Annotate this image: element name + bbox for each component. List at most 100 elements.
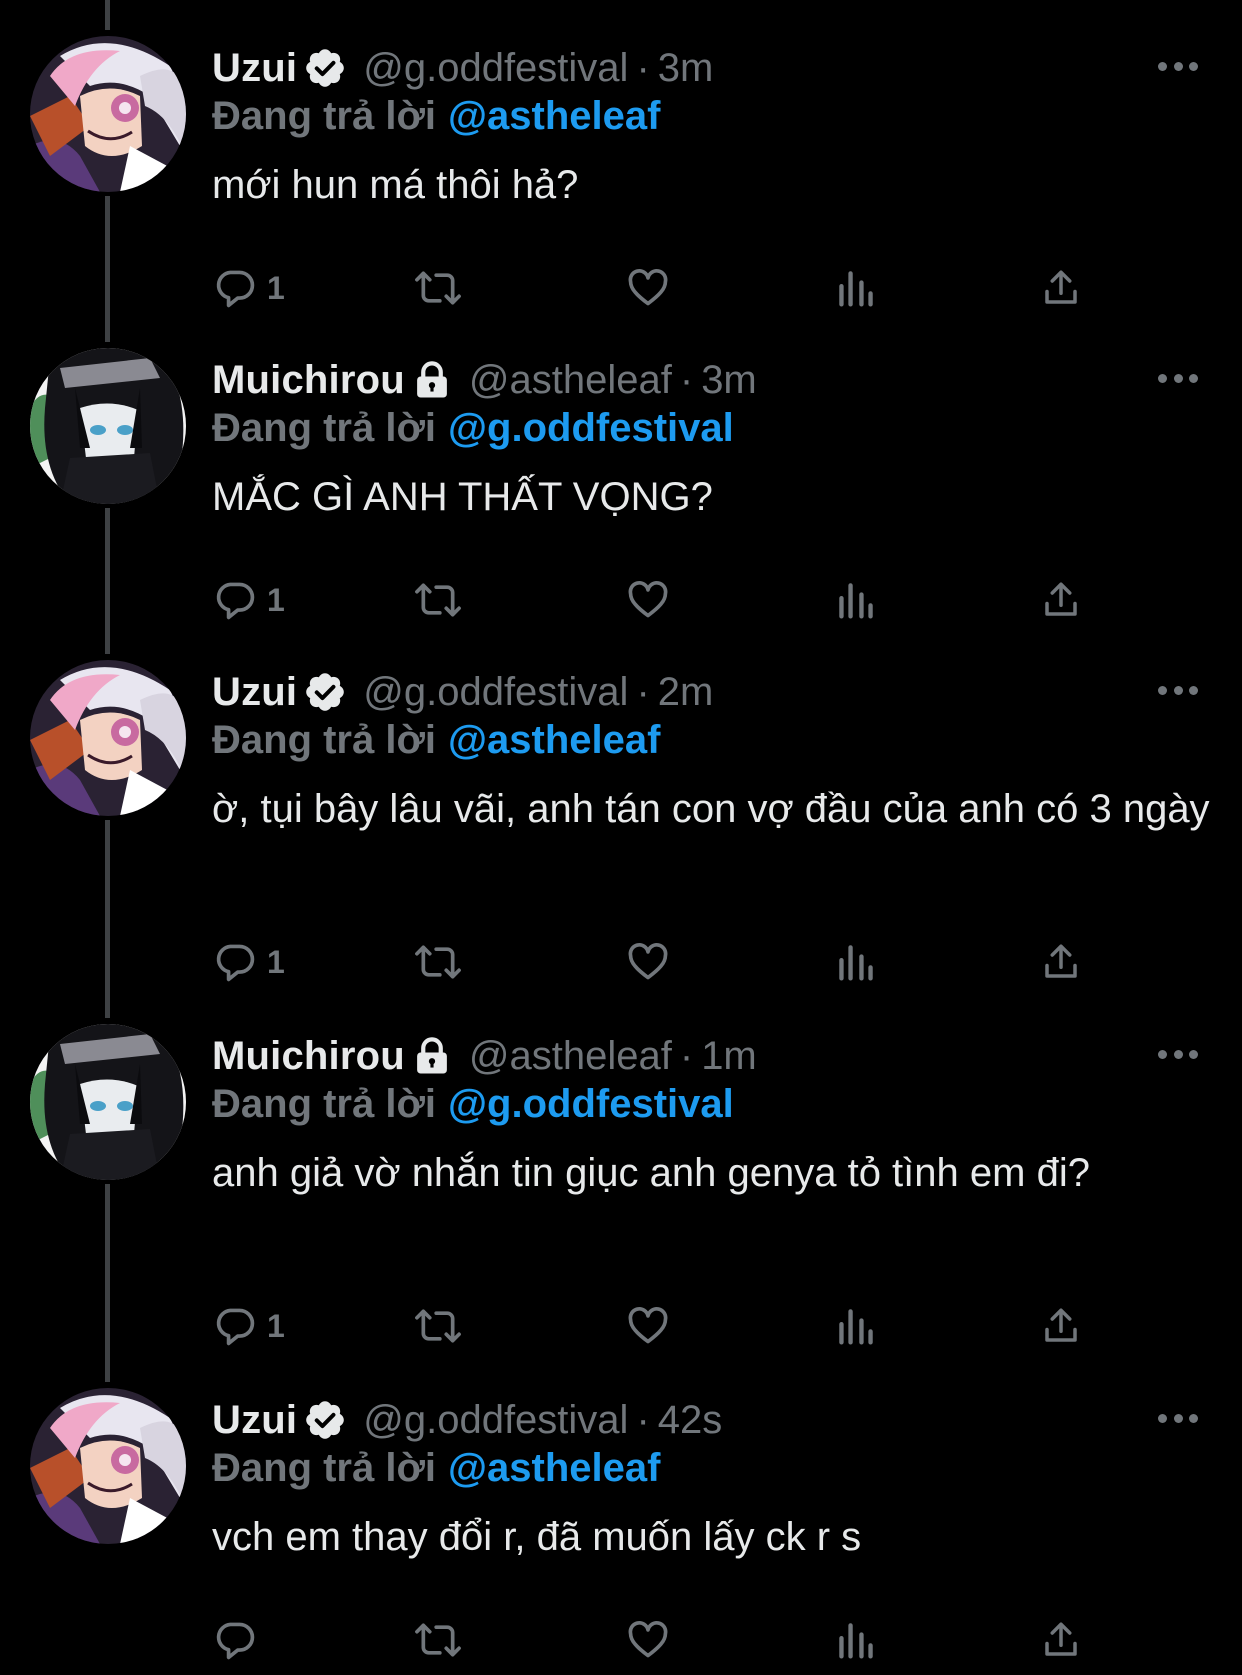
avatar[interactable] — [30, 1024, 186, 1180]
reply-button[interactable]: 1 — [213, 934, 285, 990]
reply-count: 1 — [267, 1307, 285, 1344]
replying-to: Đang trả lời @g.oddfestival — [212, 1080, 734, 1128]
views-button[interactable] — [836, 1298, 876, 1354]
tweet[interactable]: Uzui @g.oddfestival · 3m Đang trả lời @asthe… — [0, 0, 1242, 342]
user-handle[interactable]: @astheleaf — [469, 356, 672, 404]
timestamp[interactable]: 1m — [701, 1032, 757, 1080]
share-button[interactable] — [1040, 572, 1082, 628]
views-button[interactable] — [836, 934, 876, 990]
views-button[interactable] — [836, 572, 876, 628]
heart-icon — [625, 1304, 671, 1348]
share-button[interactable] — [1040, 1612, 1082, 1668]
separator-dot: · — [636, 46, 650, 90]
like-button[interactable] — [625, 260, 671, 316]
display-name[interactable]: Muichirou — [212, 356, 405, 404]
reply-icon — [213, 940, 257, 984]
more-options-icon[interactable] — [1158, 59, 1198, 73]
reply-to-handle[interactable]: @astheleaf — [448, 1446, 660, 1490]
more-options-icon[interactable] — [1158, 683, 1198, 697]
heart-icon — [625, 266, 671, 310]
like-button[interactable] — [625, 1298, 671, 1354]
share-button[interactable] — [1040, 260, 1082, 316]
replying-to-label: Đang trả lời — [212, 94, 437, 138]
reply-icon — [213, 1304, 257, 1348]
thread-feed: Uzui @g.oddfestival · 3m Đang trả lời @asthe… — [0, 0, 1242, 1675]
reply-count: 1 — [267, 943, 285, 980]
like-button[interactable] — [625, 1612, 671, 1668]
reply-to-handle[interactable]: @astheleaf — [448, 94, 660, 138]
share-icon — [1040, 1304, 1082, 1348]
retweet-button[interactable] — [413, 1612, 463, 1668]
avatar[interactable] — [30, 1388, 186, 1544]
user-handle[interactable]: @g.oddfestival — [363, 44, 628, 92]
thread-line — [105, 0, 110, 30]
verified-icon — [303, 46, 347, 90]
user-handle[interactable]: @g.oddfestival — [363, 668, 628, 716]
tweet-text: vch em thay đổi r, đã muốn lấy ck r s — [212, 1515, 862, 1559]
tweet[interactable]: Uzui @g.oddfestival · 2m Đang trả lời @asthe… — [0, 624, 1242, 1018]
replying-to-label: Đang trả lời — [212, 1082, 437, 1126]
display-name[interactable]: Muichirou — [212, 1032, 405, 1080]
retweet-button[interactable] — [413, 260, 463, 316]
reply-count: 1 — [267, 581, 285, 618]
separator-dot: · — [636, 1398, 650, 1442]
retweet-button[interactable] — [413, 934, 463, 990]
tweet-text: anh giả vờ nhắn tin giục anh genya tỏ tì… — [212, 1151, 1090, 1195]
retweet-icon — [413, 1304, 463, 1348]
verified-icon — [303, 670, 347, 714]
share-icon — [1040, 940, 1082, 984]
user-handle[interactable]: @g.oddfestival — [363, 1396, 628, 1444]
replying-to: Đang trả lời @g.oddfestival — [212, 404, 734, 452]
avatar[interactable] — [30, 660, 186, 816]
separator-dot: · — [679, 1034, 694, 1078]
more-options-icon[interactable] — [1158, 1047, 1198, 1061]
views-button[interactable] — [836, 1612, 876, 1668]
more-options-icon[interactable] — [1158, 1411, 1198, 1425]
replying-to: Đang trả lời @astheleaf — [212, 92, 660, 140]
reply-button[interactable]: 1 — [213, 572, 285, 628]
reply-to-handle[interactable]: @g.oddfestival — [448, 1082, 734, 1126]
lock-icon — [411, 359, 453, 401]
display-name[interactable]: Uzui — [212, 1396, 297, 1444]
reply-button[interactable]: 1 — [213, 260, 285, 316]
heart-icon — [625, 578, 671, 622]
timestamp[interactable]: 2m — [658, 668, 714, 716]
avatar[interactable] — [30, 348, 186, 504]
timestamp[interactable]: 3m — [701, 356, 757, 404]
views-button[interactable] — [836, 260, 876, 316]
retweet-icon — [413, 266, 463, 310]
share-button[interactable] — [1040, 934, 1082, 990]
lock-icon — [411, 1035, 453, 1077]
user-handle[interactable]: @astheleaf — [469, 1032, 672, 1080]
tweet[interactable]: Muichirou @astheleaf · 3m Đang trả lời @g.od… — [0, 312, 1242, 654]
retweet-button[interactable] — [413, 1298, 463, 1354]
replying-to-label: Đang trả lời — [212, 406, 437, 450]
tweet-header: Uzui @g.oddfestival · 3m — [212, 44, 713, 92]
avatar[interactable] — [30, 36, 186, 192]
retweet-icon — [413, 1618, 463, 1662]
views-icon — [836, 1304, 876, 1348]
like-button[interactable] — [625, 934, 671, 990]
tweet[interactable]: Muichirou @astheleaf · 1m Đang trả lời @g.od… — [0, 988, 1242, 1382]
share-button[interactable] — [1040, 1298, 1082, 1354]
reply-to-handle[interactable]: @astheleaf — [448, 718, 660, 762]
like-button[interactable] — [625, 572, 671, 628]
heart-icon — [625, 940, 671, 984]
views-icon — [836, 578, 876, 622]
tweet-header: Uzui @g.oddfestival · 42s — [212, 1396, 722, 1444]
reply-to-handle[interactable]: @g.oddfestival — [448, 406, 734, 450]
timestamp[interactable]: 3m — [658, 44, 714, 92]
display-name[interactable]: Uzui — [212, 668, 297, 716]
tweet[interactable]: Uzui @g.oddfestival · 42s Đang trả lời @asth… — [0, 1352, 1242, 1675]
reply-button[interactable]: 1 — [213, 1298, 285, 1354]
replying-to: Đang trả lời @astheleaf — [212, 716, 660, 764]
more-options-icon[interactable] — [1158, 371, 1198, 385]
reply-icon — [213, 578, 257, 622]
tweet-header: Muichirou @astheleaf · 1m — [212, 1032, 757, 1080]
timestamp[interactable]: 42s — [658, 1396, 723, 1444]
verified-icon — [303, 1398, 347, 1442]
reply-button[interactable] — [213, 1612, 267, 1668]
display-name[interactable]: Uzui — [212, 44, 297, 92]
retweet-button[interactable] — [413, 572, 463, 628]
share-icon — [1040, 266, 1082, 310]
